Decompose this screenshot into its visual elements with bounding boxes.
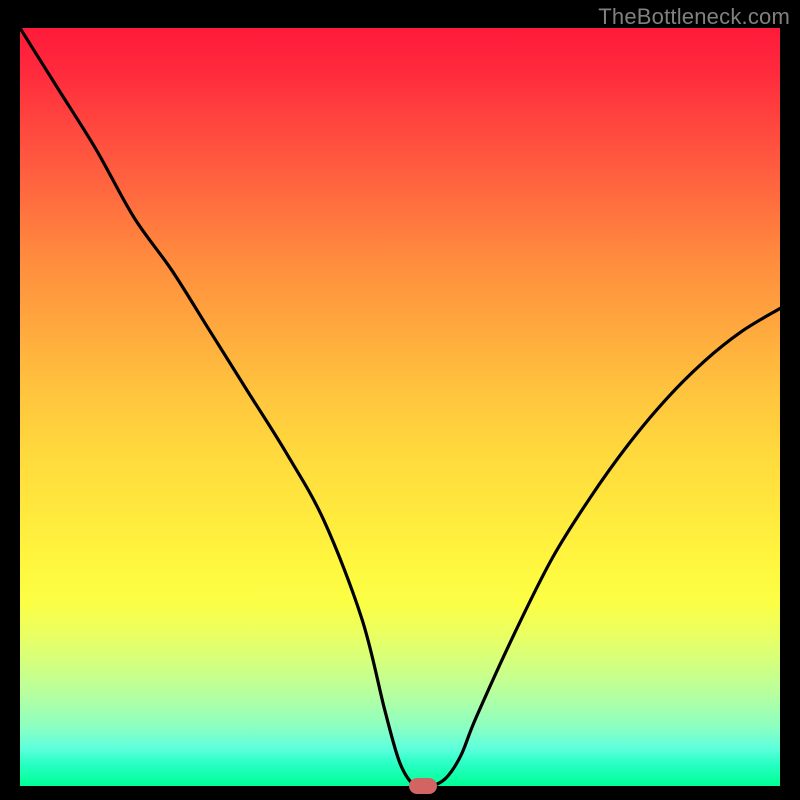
optimum-marker xyxy=(409,778,437,794)
bottleneck-curve xyxy=(20,28,780,786)
chart-frame: TheBottleneck.com xyxy=(0,0,800,800)
plot-area xyxy=(20,28,780,786)
watermark-text: TheBottleneck.com xyxy=(598,4,790,30)
